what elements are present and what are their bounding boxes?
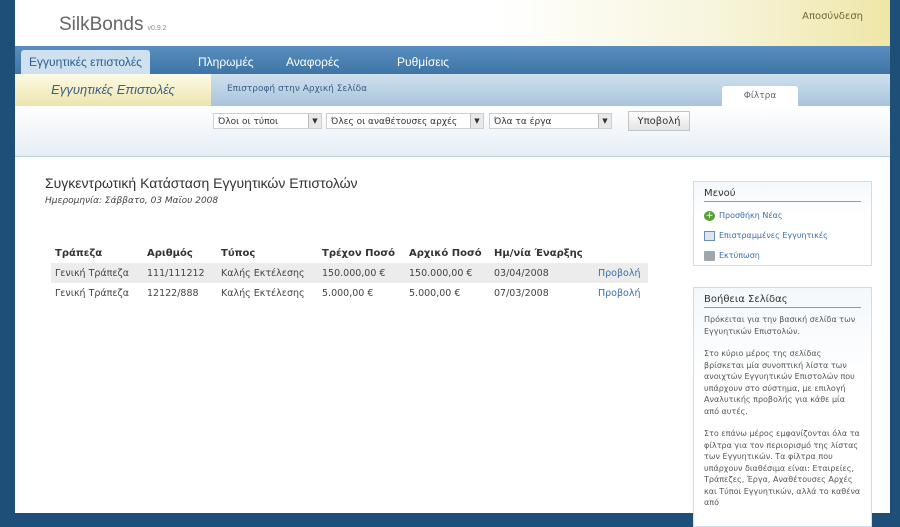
add-icon: + xyxy=(704,210,715,221)
nav-tab-letters[interactable]: Εγγυητικές επιστολές xyxy=(21,50,150,74)
submit-button[interactable]: Υποβολή xyxy=(628,111,690,131)
logout-link[interactable]: Αποσύνδεση xyxy=(802,11,863,22)
column-header-number: Αριθμός xyxy=(147,247,193,259)
view-link[interactable]: Προβολή xyxy=(594,283,648,303)
help-title: Βοήθεια Σελίδας xyxy=(704,294,861,308)
cell-number: 111/111212 xyxy=(143,263,217,283)
table-header-row: Τράπεζα Αριθμός Τύπος Τρέχον Ποσό Αρχικό… xyxy=(51,243,648,263)
help-text: Πρόκειται για την βασική σελίδα των Εγγυ… xyxy=(704,314,861,509)
cell-bank: Γενική Τράπεζα xyxy=(55,287,129,299)
cell-current-amount: 5.000,00 € xyxy=(322,287,374,299)
cell-start-date: 03/04/2008 xyxy=(490,263,594,283)
content-area: Συγκεντρωτική Κατάσταση Εγγυητικών Επιστ… xyxy=(15,157,890,527)
menu-item-label: Εκτύπωση xyxy=(719,251,760,260)
app-version: v0.9.2 xyxy=(147,25,167,32)
cell-type: Καλής Εκτέλεσης xyxy=(221,287,305,299)
chevron-down-icon: ▼ xyxy=(598,114,611,128)
header-bar: SilkBonds v0.9.2 Αποσύνδεση xyxy=(15,0,890,47)
sidebar-menu: Μενού + Προσθήκη Νέας Επιστραμμένες Εγγυη… xyxy=(693,181,872,266)
cell-bank: Γενική Τράπεζα xyxy=(51,263,143,283)
cell-number: 12122/888 xyxy=(147,287,199,299)
help-paragraph: Πρόκειται για την βασική σελίδα των Εγγυ… xyxy=(704,315,856,336)
filter-bar: Όλοι οι τύποι ▼ Όλες οι αναθέτουσες αρχέ… xyxy=(15,106,890,157)
column-header-initial-amount: Αρχικό Ποσό xyxy=(409,247,482,259)
nav-tab-reports[interactable]: Αναφορές xyxy=(278,50,347,74)
type-select-value: Όλοι οι τύποι xyxy=(218,117,279,127)
help-paragraph: Στο κύριο μέρος της σελίδας βρίσκεται μί… xyxy=(704,349,855,416)
letters-table: Τράπεζα Αριθμός Τύπος Τρέχον Ποσό Αρχικό… xyxy=(51,243,648,303)
section-bar: Εγγυητικές Επιστολές Επιστροφή στην Αρχι… xyxy=(15,74,890,106)
type-select[interactable]: Όλοι οι τύποι ▼ xyxy=(213,113,322,129)
table-row: Γενική Τράπεζα 12122/888 Καλής Εκτέλεσης… xyxy=(51,283,648,303)
menu-title: Μενού xyxy=(704,188,861,202)
table-row: Γενική Τράπεζα 111/111212 Καλής Εκτέλεση… xyxy=(51,263,648,283)
section-title: Εγγυητικές Επιστολές xyxy=(15,74,211,106)
menu-item-returned[interactable]: Επιστραμμένες Εγγυητικές xyxy=(704,230,861,242)
main-nav: Εγγυητικές επιστολές Πληρωμές Αναφορές Ρ… xyxy=(15,46,890,74)
authority-select-value: Όλες οι αναθέτουσες αρχές xyxy=(331,117,458,127)
menu-item-label: Επιστραμμένες Εγγυητικές xyxy=(719,231,828,240)
column-header-start-date: Ημ/νία Έναρξης xyxy=(494,247,583,259)
column-header-bank: Τράπεζα xyxy=(55,247,103,259)
date-line: Ημερομηνία: Σάββατο, 03 Μαϊου 2008 xyxy=(45,196,219,206)
cell-type: Καλής Εκτέλεσης xyxy=(217,263,318,283)
cell-initial-amount: 150.000,00 € xyxy=(405,263,490,283)
sidebar-help: Βοήθεια Σελίδας Πρόκειται για την βασική… xyxy=(693,287,872,527)
column-header-action xyxy=(594,243,648,263)
list-icon xyxy=(704,230,715,241)
menu-item-print[interactable]: Εκτύπωση xyxy=(704,250,861,262)
chevron-down-icon: ▼ xyxy=(308,114,321,128)
cell-current-amount: 150.000,00 € xyxy=(318,263,405,283)
cell-start-date: 07/03/2008 xyxy=(494,287,549,299)
project-select-value: Όλα τα έργα xyxy=(494,117,552,127)
app-logo: SilkBonds v0.9.2 xyxy=(59,14,167,36)
column-header-current-amount: Τρέχον Ποσό xyxy=(322,247,396,259)
app-name: SilkBonds xyxy=(59,14,144,35)
nav-tab-payments[interactable]: Πληρωμές xyxy=(190,50,262,74)
cell-initial-amount: 5.000,00 € xyxy=(409,287,461,299)
filter-tab[interactable]: Φίλτρα xyxy=(722,86,798,106)
view-link[interactable]: Προβολή xyxy=(594,263,648,283)
column-header-type: Τύπος xyxy=(221,247,256,259)
menu-item-add-new[interactable]: + Προσθήκη Νέας xyxy=(704,210,861,222)
nav-tab-settings[interactable]: Ρυθμίσεις xyxy=(389,50,457,74)
page-title: Συγκεντρωτική Κατάσταση Εγγυητικών Επιστ… xyxy=(45,175,358,191)
project-select[interactable]: Όλα τα έργα ▼ xyxy=(489,113,612,129)
home-link[interactable]: Επιστροφή στην Αρχική Σελίδα xyxy=(227,84,367,94)
printer-icon xyxy=(704,250,715,261)
authority-select[interactable]: Όλες οι αναθέτουσες αρχές ▼ xyxy=(326,113,484,129)
chevron-down-icon: ▼ xyxy=(470,114,483,128)
menu-item-label: Προσθήκη Νέας xyxy=(719,211,783,220)
help-paragraph: Στο επάνω μέρος εμφανίζονται όλα τα φίλτ… xyxy=(704,429,861,507)
